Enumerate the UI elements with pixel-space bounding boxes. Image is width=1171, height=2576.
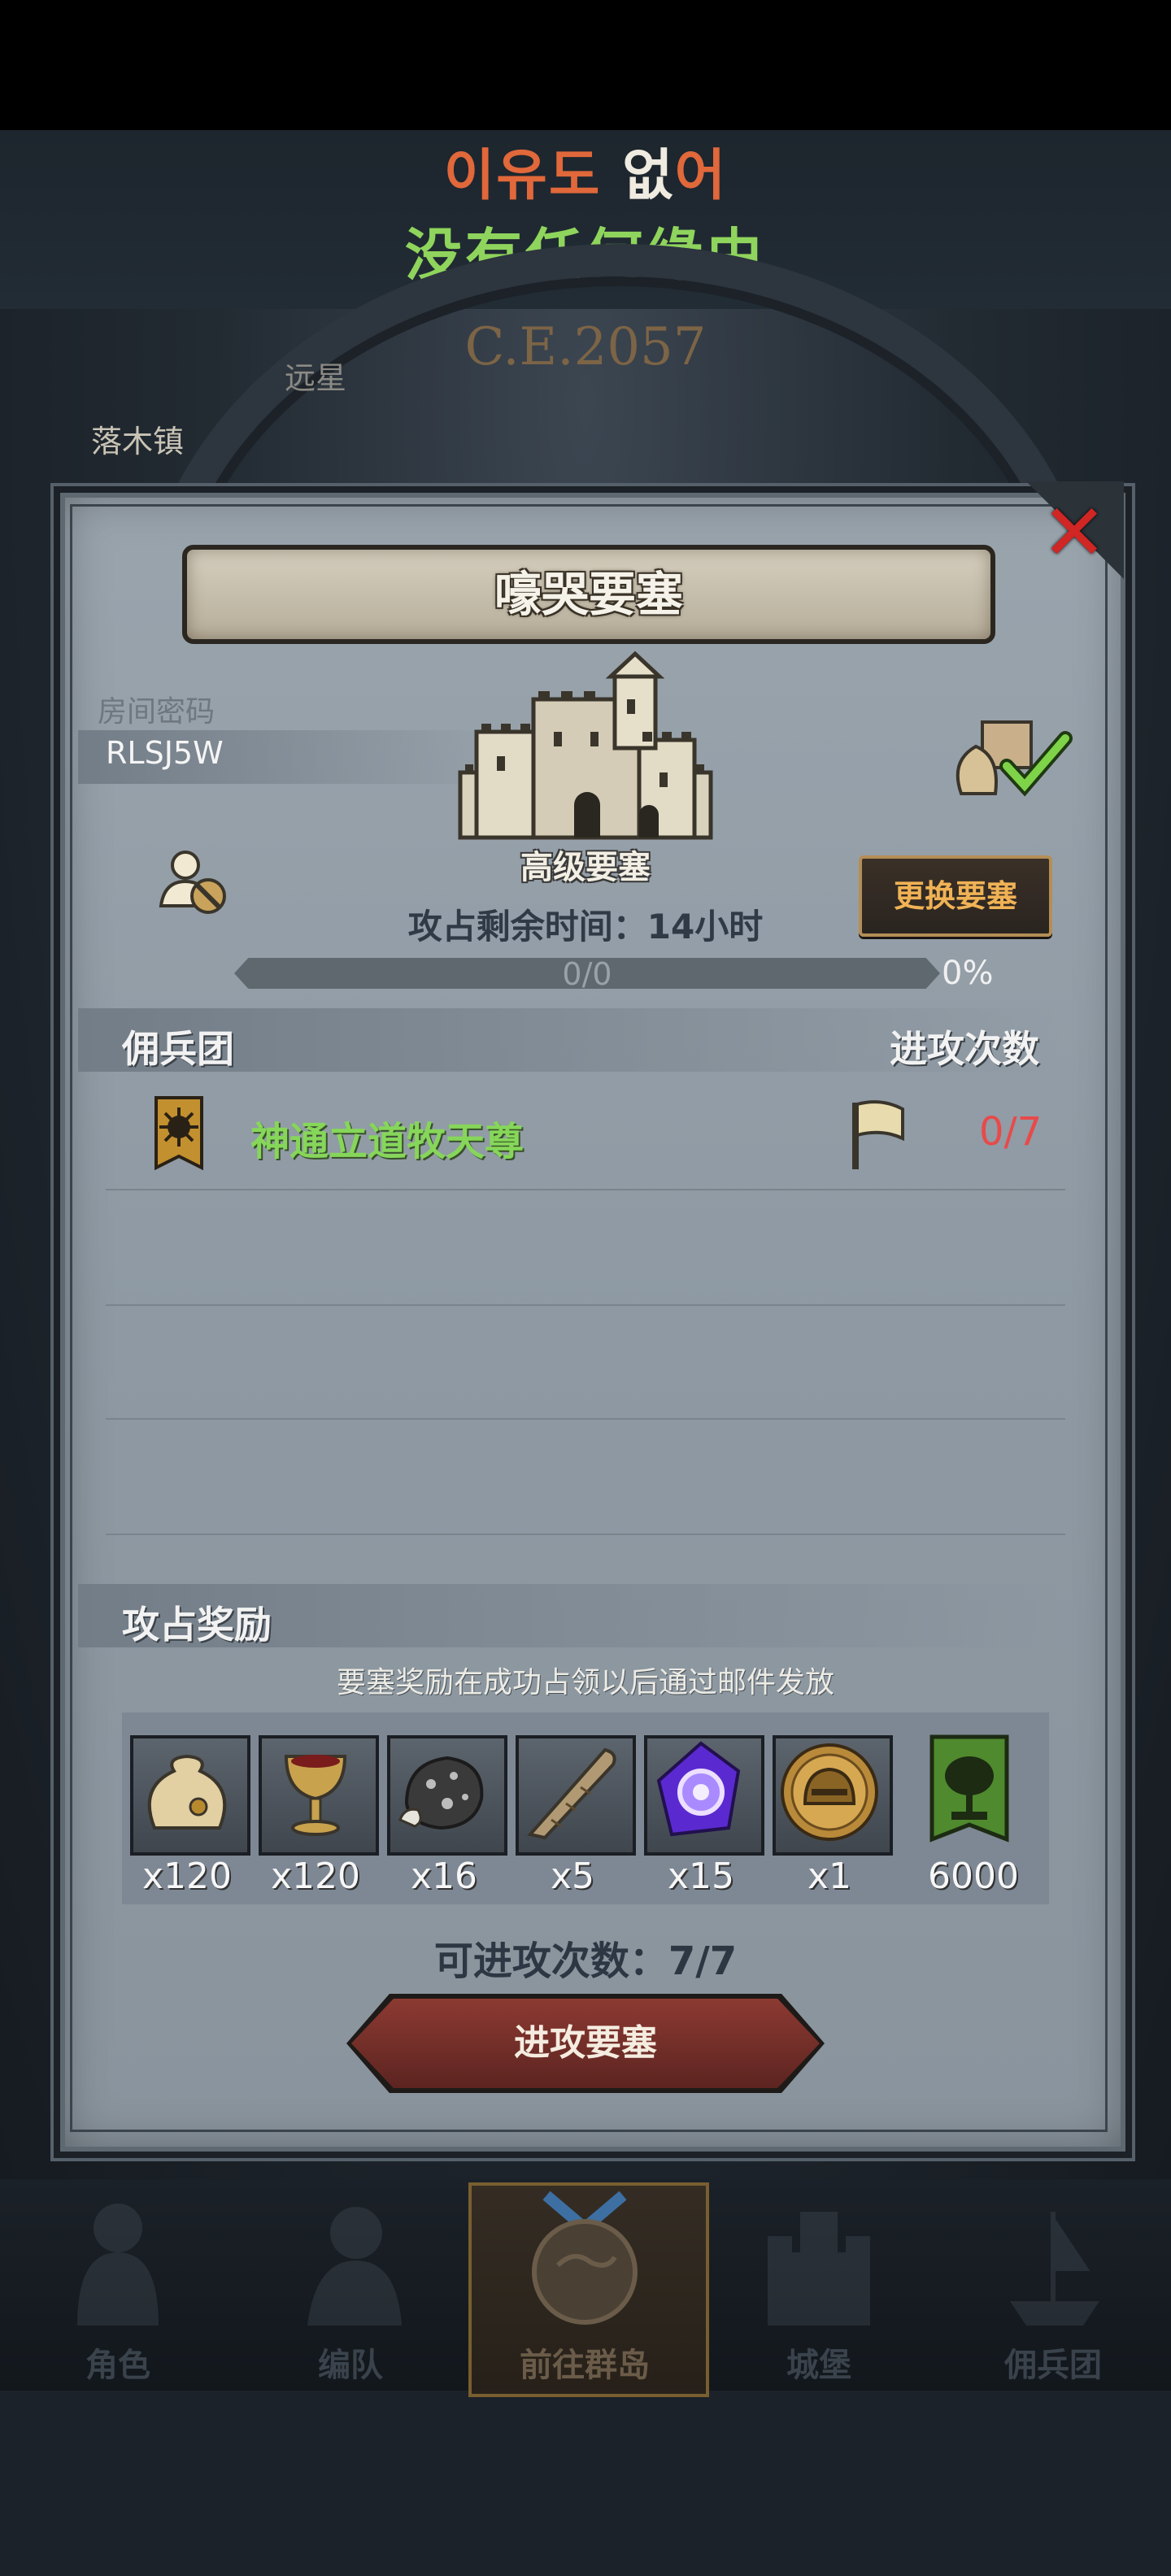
reward-slot[interactable]	[387, 1735, 507, 1856]
capture-progress-percent: 0%	[942, 955, 994, 992]
room-code-label: 房间密码	[98, 695, 215, 729]
reward-qty: 6000	[928, 1856, 1019, 1897]
reward-section-title: 攻占奖励	[122, 1603, 272, 1647]
ship-icon	[1010, 2212, 1099, 2326]
year-label: C.E.2057	[464, 317, 707, 377]
subtitle-korean: 이유도 없어	[0, 130, 1171, 211]
row-divider	[106, 1189, 1065, 1190]
compass-map-icon	[532, 2191, 638, 2325]
capture-progress-text: 0/0	[562, 956, 612, 992]
nav-label: 编队	[318, 2347, 383, 2384]
supplies-checkmark-icon[interactable]	[950, 716, 1082, 800]
helmet-medal-icon	[781, 1743, 878, 1841]
subtitle-korean-part1: 이유도	[443, 144, 623, 208]
close-icon[interactable]: ✕	[1038, 492, 1111, 573]
attack-flag-icon	[852, 1100, 904, 1169]
mercenary-name[interactable]: 神通立道牧天尊	[250, 1109, 524, 1166]
top-bar	[0, 0, 1171, 130]
subtitle-korean-part2: 어	[674, 144, 728, 208]
reward-qty: x16	[410, 1856, 478, 1897]
room-code-value[interactable]: RLSJ5W	[106, 735, 224, 771]
mercenary-banner-icon	[155, 1096, 203, 1171]
reward-slot[interactable]	[259, 1735, 379, 1856]
reward-qty: x120	[141, 1856, 233, 1897]
subtitle-korean-highlight: 없	[622, 144, 675, 208]
reward-slot[interactable]	[773, 1735, 893, 1856]
reward-qty: x15	[667, 1856, 735, 1897]
reward-qty: x1	[807, 1856, 852, 1897]
reward-qty: x120	[270, 1856, 361, 1897]
reward-slot-banner[interactable]	[927, 1734, 1012, 1851]
remaining-attempts: 可进攻次数：7/7	[433, 1939, 738, 1984]
mercenary-attack-count: 0/7	[979, 1109, 1043, 1155]
time-remaining: 攻占剩余时间：14小时	[407, 907, 764, 946]
reward-note: 要塞奖励在成功占领以后通过邮件发放	[336, 1666, 834, 1699]
nav-label-active: 前往群岛	[520, 2347, 650, 2384]
ore-icon	[398, 1756, 484, 1830]
reward-slot[interactable]	[130, 1735, 250, 1856]
castle-icon	[768, 2212, 870, 2326]
change-fortress-button[interactable]: 更换要塞	[859, 855, 1052, 937]
row-divider	[106, 1418, 1065, 1420]
nav-label: 角色	[85, 2347, 150, 2384]
fortress-castle-icon	[458, 651, 713, 840]
knight-icon	[77, 2204, 159, 2326]
nav-label: 佣兵团	[1004, 2347, 1102, 2384]
coin-bag-icon	[147, 1754, 227, 1830]
modal-title: 嚎哭要塞	[494, 567, 683, 622]
goblet-icon	[284, 1755, 347, 1836]
fortress-grade: 高级要塞	[520, 849, 651, 886]
reward-slot[interactable]	[516, 1735, 636, 1856]
attack-count-title: 进攻次数	[890, 1027, 1039, 1071]
bottom-area	[0, 2391, 1171, 2576]
tree-banner-icon	[929, 1734, 1009, 1843]
purple-crystal-icon	[656, 1741, 741, 1837]
row-divider	[106, 1304, 1065, 1306]
user-hidden-icon[interactable]	[155, 842, 233, 920]
mercenary-section-title: 佣兵团	[122, 1027, 234, 1071]
soldier-icon	[307, 2207, 402, 2326]
horn-icon	[527, 1747, 616, 1840]
nav-label: 城堡	[786, 2347, 851, 2384]
attack-fortress-button[interactable]: 进攻要塞	[351, 1999, 820, 2088]
row-divider	[106, 1534, 1065, 1535]
reward-slot[interactable]	[644, 1735, 764, 1856]
reward-qty: x5	[550, 1856, 595, 1897]
expedition-label: 远星	[285, 360, 347, 396]
town-label[interactable]: 落木镇	[91, 416, 184, 461]
